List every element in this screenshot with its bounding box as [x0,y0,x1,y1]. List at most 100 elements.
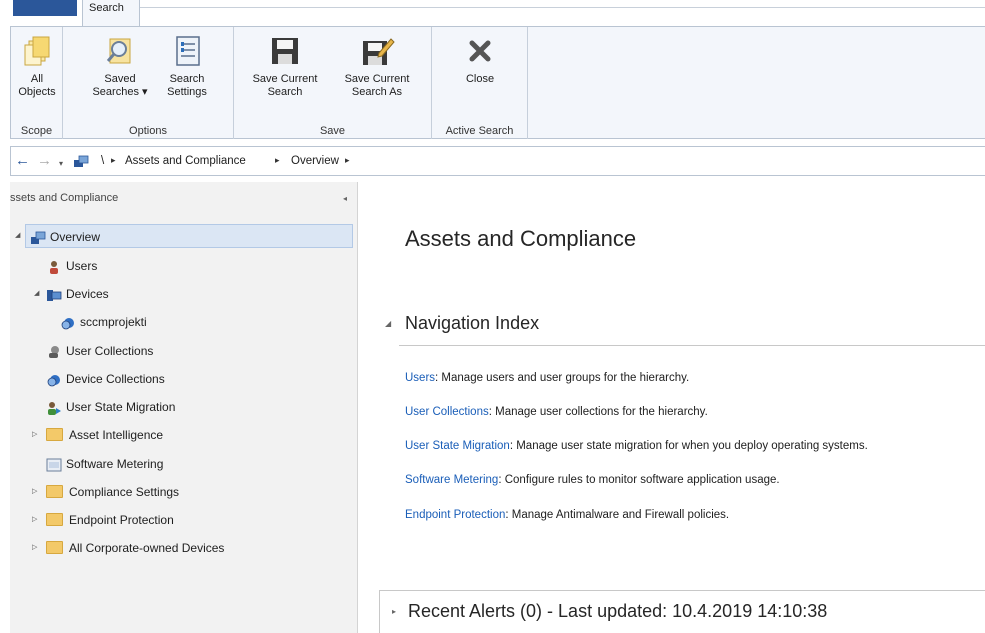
breadcrumb-separator-icon[interactable]: ▸ [111,155,116,166]
device-collection-icon [47,374,60,387]
save-current-search-as-button[interactable]: Save Current Search As [334,33,420,99]
search-settings-label-line1: Search [169,73,205,85]
recent-alerts-heading[interactable]: Recent Alerts (0) - Last updated: 10.4.2… [408,601,827,622]
nav-index-description: : Configure rules to monitor software ap… [498,474,780,486]
user-icon [50,260,58,274]
link-user-state-migration[interactable]: User State Migration [405,440,510,452]
tree-item-label: Overview [50,230,101,244]
user-collection-icon [49,345,59,358]
breadcrumb-overview[interactable]: Overview [291,155,339,167]
address-bar: ← → ▾ \ ▸ Assets and Compliance ▸ Overvi… [10,146,985,176]
tree-item-label: User State Migration [66,400,176,414]
tree-item-label: Devices [66,287,109,301]
history-dropdown-icon[interactable]: ▾ [59,155,63,173]
nav-index-description: : Manage Antimalware and Firewall polici… [505,509,730,521]
tree-item-user-collections[interactable]: User Collections [46,339,153,363]
breadcrumb-root[interactable]: \ [101,155,104,167]
tree-item-label: sccmprojekti [80,315,147,329]
ribbon-group-save-label: Save [319,125,346,137]
all-objects-label-line1: All [30,73,44,85]
breadcrumb-separator-icon[interactable]: ▸ [275,155,280,166]
tree-item-asset-intelligence[interactable]: Asset Intelligence [46,423,163,447]
ribbon-group-options-label: Options [129,125,167,137]
nav-index-item: User Collections: Manage user collection… [405,406,708,418]
section-expanded-icon[interactable]: ◢ [385,319,391,328]
tree-item-sccmprojekti[interactable]: sccmprojekti [60,310,147,334]
link-software-metering[interactable]: Software Metering [405,474,498,486]
migration-icon [48,401,61,415]
save-current-search-as-label-line2: Search As [351,86,403,98]
tree-item-compliance-settings[interactable]: Compliance Settings [46,480,179,504]
tree-item-device-collections[interactable]: Device Collections [46,367,165,391]
save-current-search-label-line1: Save Current [252,73,318,85]
tree-item-software-metering[interactable]: Software Metering [46,452,163,476]
forward-arrow-icon[interactable]: → [37,152,52,170]
link-endpoint-protection[interactable]: Endpoint Protection [405,509,505,521]
nav-index-item: Users: Manage users and user groups for … [405,372,689,384]
folder-icon [46,485,63,499]
search-settings-icon [176,36,200,66]
devices-icon [47,289,62,301]
tab-search[interactable]: Search [82,0,140,27]
tree-item-label: Users [66,259,98,273]
ribbon-group-scope-label: Scope [20,125,53,137]
tree-item-users[interactable]: Users [46,254,97,278]
site-root-icon[interactable] [73,154,89,170]
navigation-pane: ssets and Compliance ◂ ◢ Overview Users … [10,182,358,633]
navigation-index-heading[interactable]: Navigation Index [405,313,539,334]
tree-item-label: Device Collections [66,372,165,386]
collapsed-icon[interactable]: ▷ [32,543,37,551]
tree-item-label: Endpoint Protection [69,513,174,527]
nav-index-description: : Manage user collections for the hierar… [488,406,708,418]
save-current-search-button[interactable]: Save Current Search [242,33,328,99]
tree-item-label: Software Metering [66,457,164,471]
folder-icon [46,541,63,555]
section-divider [399,345,985,346]
tree-item-all-corporate-owned-devices[interactable]: All Corporate-owned Devices [46,536,224,560]
ribbon-tabstrip: Search [0,0,985,27]
expanded-icon[interactable]: ◢ [15,231,20,239]
close-search-button[interactable]: Close [454,33,506,86]
collapse-pane-icon[interactable]: ◂ [343,194,347,203]
tree-item-devices[interactable]: Devices [46,282,109,306]
close-search-label: Close [465,73,495,85]
section-collapsed-icon[interactable]: ▸ [392,607,396,616]
tree-item-overview[interactable]: Overview [25,224,353,248]
tree-item-label: All Corporate-owned Devices [69,541,225,555]
saved-searches-label-line2: Searches ▾ [92,86,148,98]
tree-item-user-state-migration[interactable]: User State Migration [46,395,175,419]
ribbon-group-scope: All Objects Scope [11,27,63,139]
ribbon-group-active-search: Close Active Search [432,27,528,139]
ribbon-group-options: Saved Searches ▾ Search Settings Options [63,27,234,139]
saved-searches-button[interactable]: Saved Searches ▾ [89,33,151,99]
folder-icon [46,428,63,442]
collapsed-icon[interactable]: ▷ [32,515,37,523]
back-arrow-icon[interactable]: ← [15,152,30,170]
search-settings-button[interactable]: Search Settings [159,33,215,99]
expanded-icon[interactable]: ◢ [34,289,39,297]
breadcrumb-separator-icon[interactable]: ▸ [345,155,350,166]
search-settings-label-line2: Settings [167,86,207,98]
recent-alerts-section: ▸ Recent Alerts (0) - Last updated: 10.4… [379,590,985,633]
ribbon-group-save: Save Current Search Save Current Search … [234,27,432,139]
application-menu-tab[interactable] [13,0,77,16]
save-icon [272,38,298,64]
link-users[interactable]: Users [405,372,435,384]
link-user-collections[interactable]: User Collections [405,406,489,418]
folder-icon [46,513,63,527]
collapsed-icon[interactable]: ▷ [32,430,37,438]
page-title: Assets and Compliance [405,226,637,251]
save-as-icon [363,38,395,65]
overview-icon [31,231,46,244]
breadcrumb-assets-and-compliance[interactable]: Assets and Compliance [125,155,246,167]
tabstrip-line [140,7,985,8]
collapsed-icon[interactable]: ▷ [32,487,37,495]
nav-index-item: Endpoint Protection: Manage Antimalware … [405,509,729,521]
save-current-search-as-label-line1: Save Current [344,73,410,85]
tree-item-label: Asset Intelligence [69,428,164,442]
all-objects-button[interactable]: All Objects [13,33,61,99]
tree-item-endpoint-protection[interactable]: Endpoint Protection [46,508,174,532]
nav-index-item: Software Metering: Configure rules to mo… [405,474,780,486]
content-pane: Assets and Compliance ◢ Navigation Index… [359,182,985,633]
saved-searches-icon [106,38,131,64]
